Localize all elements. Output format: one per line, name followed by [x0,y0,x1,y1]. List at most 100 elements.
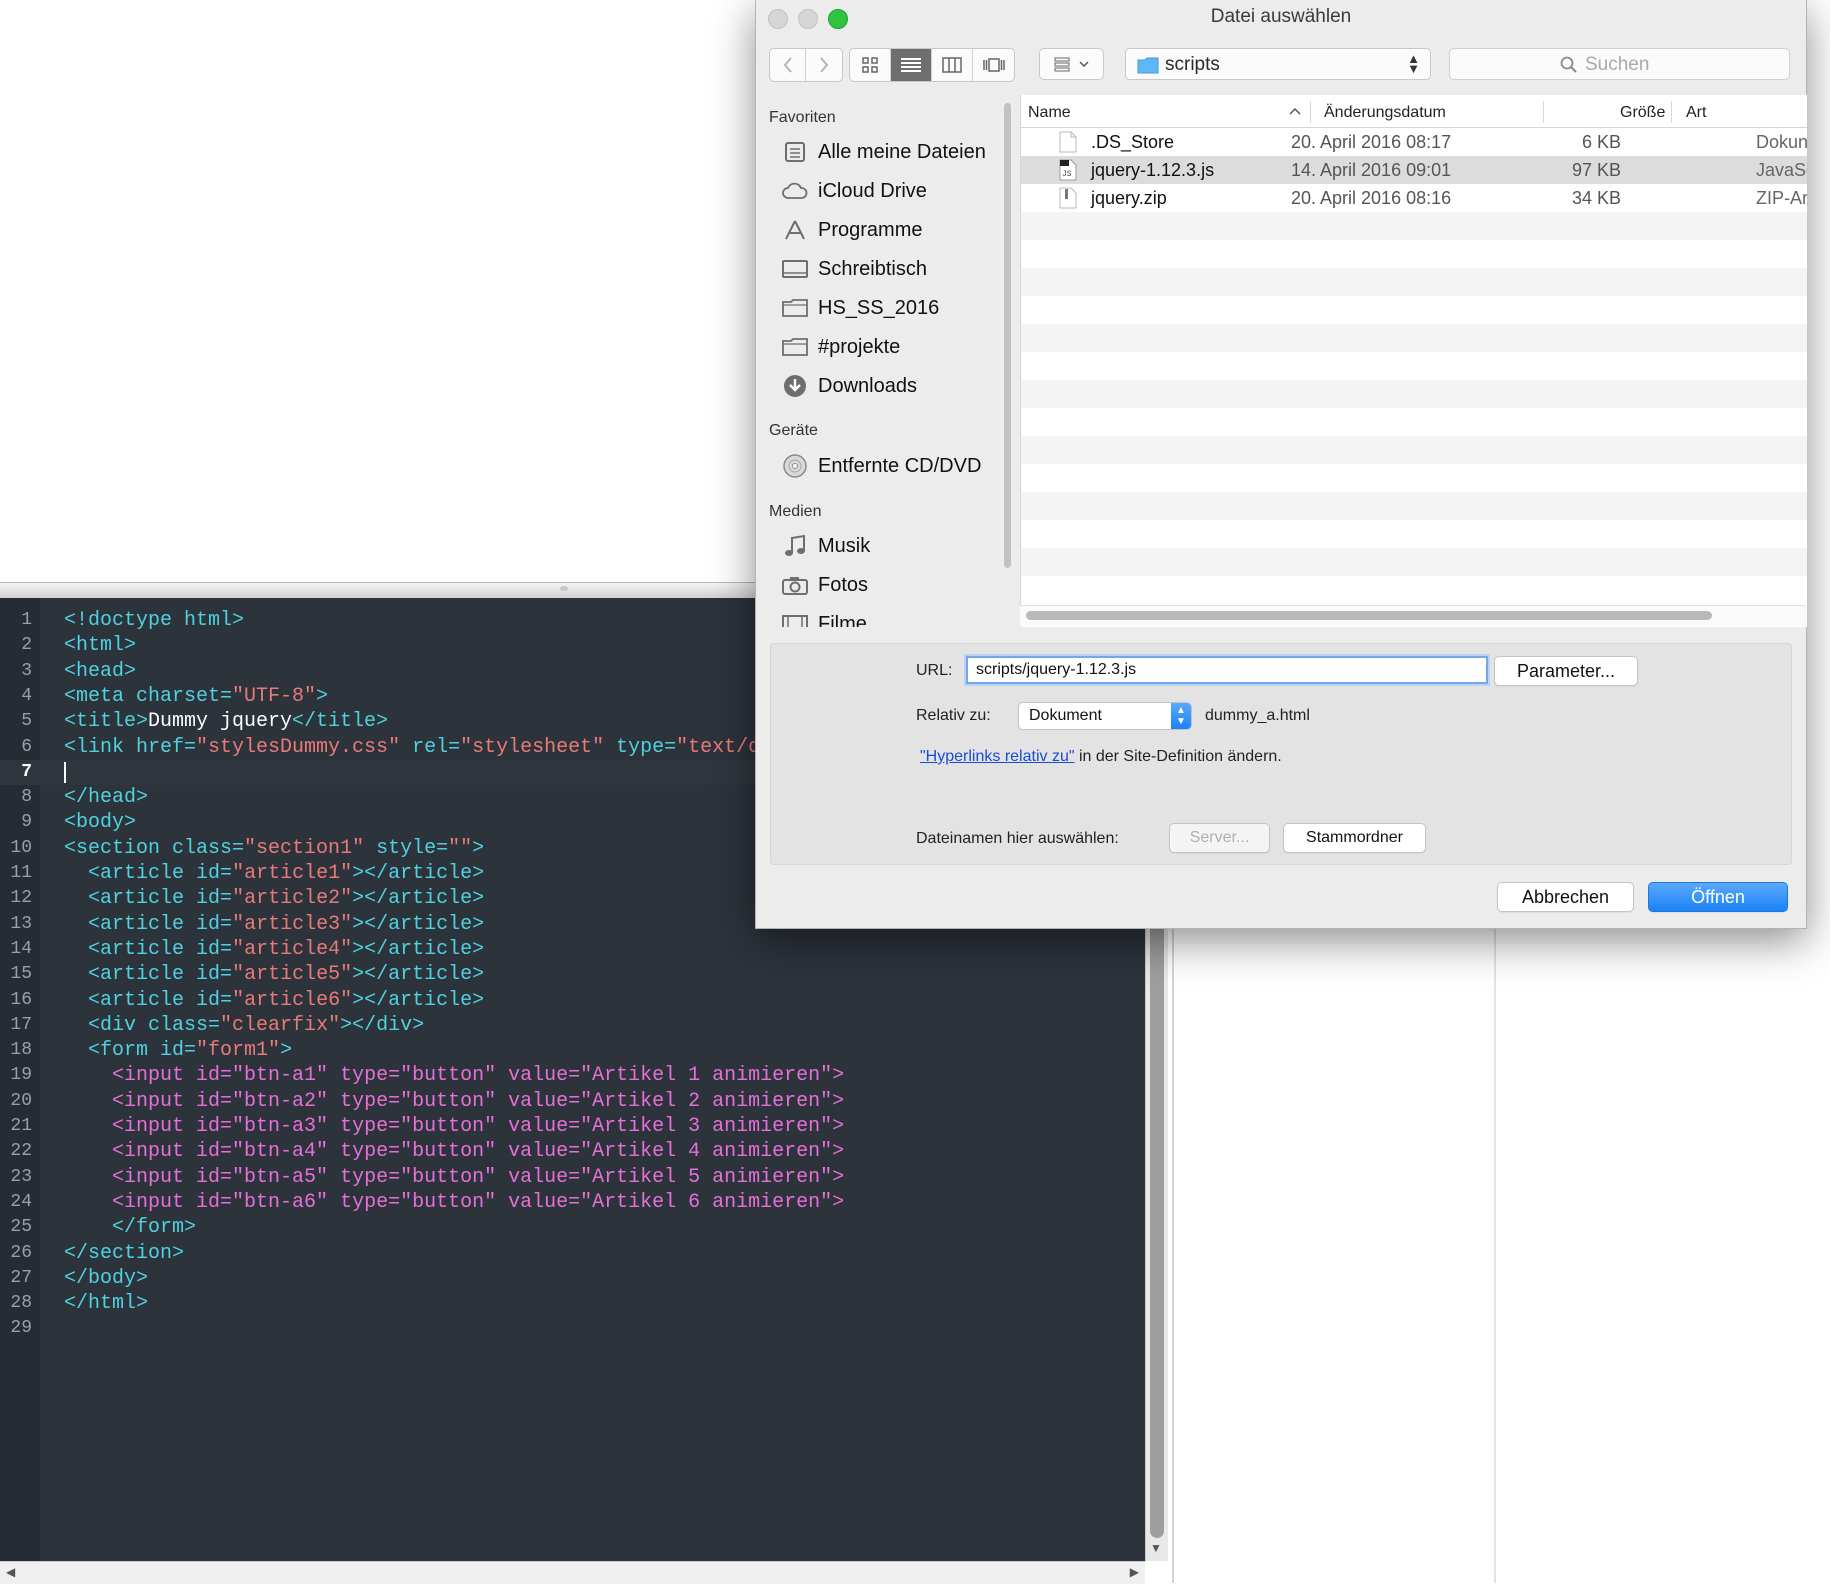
sidebar-item-schreibtisch[interactable]: Schreibtisch [782,254,927,284]
code-token: id= [196,1190,233,1214]
code-token: "btn-a1" [232,1064,329,1088]
code-line[interactable]: 29 [0,1316,1145,1341]
code-text: <input id="btn-a3" type="button" value="… [64,1114,844,1139]
forward-button[interactable] [806,49,842,81]
file-row[interactable]: jquery.zip 20. April 2016 08:16 34 KB ZI… [1021,184,1807,212]
code-token: id= [196,912,233,936]
sidebar-item-icloud-drive[interactable]: iCloud Drive [782,176,927,206]
scrollbar-thumb[interactable] [1004,103,1011,568]
open-button[interactable]: Öffnen [1648,882,1788,912]
code-line[interactable]: 17 <div class="clearfix"></div> [0,1013,1145,1038]
sidebar-item-label: Downloads [818,374,917,397]
code-text: <article id="article1"></article> [64,861,484,886]
column-header-date[interactable]: Änderungsdatum [1324,104,1446,122]
column-header-kind[interactable]: Art [1686,104,1706,122]
code-line[interactable]: 20 <input id="btn-a2" type="button" valu… [0,1089,1145,1114]
code-text: <meta charset="UTF-8"> [64,684,328,709]
code-line[interactable]: 15 <article id="article5"></article> [0,962,1145,987]
chevron-left-icon [783,57,792,73]
hyperlinks-relative-link[interactable]: "Hyperlinks relativ zu" [920,748,1075,765]
code-line[interactable]: 22 <input id="btn-a4" type="button" valu… [0,1139,1145,1164]
file-list-horizontal-scrollbar[interactable] [1020,605,1806,626]
code-token: "btn-a3" [232,1115,329,1138]
sidebar-scrollbar[interactable] [1002,103,1013,568]
server-button[interactable]: Server... [1169,823,1270,853]
arrange-button[interactable] [1039,48,1104,80]
editor-horizontal-scrollbar[interactable]: ◀ ▶ [0,1561,1145,1584]
line-number: 13 [10,913,32,934]
code-text: </form> [64,1215,196,1240]
scrollbar-thumb[interactable] [1026,611,1712,620]
code-token: id= [196,1165,233,1189]
sidebar-item-programme[interactable]: Programme [782,215,922,245]
code-token: id= [196,1064,233,1088]
column-separator[interactable] [1310,101,1311,123]
code-line[interactable]: 16 <article id="article6"></article> [0,988,1145,1013]
location-label: scripts [1165,54,1220,75]
column-separator[interactable] [1671,101,1672,123]
location-popup[interactable]: scripts ▲ ▼ [1125,48,1431,80]
code-token: "stylesheet" [460,735,605,759]
sidebar-item-fotos[interactable]: Fotos [782,570,868,600]
code-token: <article [88,988,197,1012]
back-button[interactable] [770,49,806,81]
sidebar-item-hs-ss-2016[interactable]: HS_SS_2016 [782,293,939,323]
split-handle[interactable] [552,584,576,592]
code-token: "article5" [232,963,353,987]
code-line[interactable]: 26 </section> [0,1241,1145,1266]
code-line[interactable]: 24 <input id="btn-a6" type="button" valu… [0,1190,1145,1215]
search-icon [1560,56,1577,73]
parameter-button[interactable]: Parameter... [1494,656,1638,686]
sidebar-item-label: Musik [818,534,871,557]
column-header-size[interactable]: Größe [1620,104,1665,122]
code-token: > [832,1140,845,1164]
code-line[interactable]: 14 <article id="article4"></article> [0,937,1145,962]
sidebar-item-downloads[interactable]: Downloads [782,371,917,401]
code-token: "article3" [232,912,353,936]
line-number: 15 [10,964,32,985]
code-line[interactable]: 21 <input id="btn-a3" type="button" valu… [0,1114,1145,1139]
line-number: 24 [10,1191,32,1212]
column-view-button[interactable] [932,49,973,81]
code-text: <input id="btn-a2" type="button" value="… [64,1089,844,1114]
sidebar-item-label: Entfernte CD/DVD [818,454,982,477]
file-date: 20. April 2016 08:16 [1291,188,1452,208]
file-row[interactable]: .DS_Store 20. April 2016 08:17 6 KB Doku… [1021,128,1807,156]
panel-divider [1172,920,1174,1583]
code-token: ></div> [340,1013,425,1037]
relative-to-select[interactable]: Dokument ▲ ▼ [1018,702,1192,730]
code-token: <article [88,862,197,885]
code-line[interactable]: 27 </body> [0,1266,1145,1291]
file-list: Name Änderungsdatum Größe Art .DS_Store [1020,95,1807,627]
scroll-down-arrow-icon[interactable]: ▼ [1150,1541,1162,1555]
sidebar-item-musik[interactable]: Musik [782,531,870,561]
line-number: 10 [10,837,32,858]
file-row[interactable]: JS jquery-1.12.3.js 14. April 2016 09:01… [1021,156,1807,184]
code-token: "Artikel 1 animieren" [580,1064,833,1088]
code-token: "article4" [232,937,353,961]
sidebar-item-alle-meine-dateien[interactable]: Alle meine Dateien [782,137,986,167]
code-line[interactable]: 28 </html> [0,1291,1145,1316]
code-line[interactable]: 19 <input id="btn-a1" type="button" valu… [0,1063,1145,1088]
code-line[interactable]: 25 </form> [0,1215,1145,1240]
sidebar-item-entfernte-cd-dvd[interactable]: Entfernte CD/DVD [782,451,981,481]
column-header-name[interactable]: Name [1028,104,1071,122]
root-folder-button[interactable]: Stammordner [1283,823,1426,853]
code-token: > [280,1039,293,1063]
code-line[interactable]: 23 <input id="btn-a5" type="button" valu… [0,1165,1145,1190]
list-view-button[interactable] [891,49,932,81]
url-input[interactable] [966,656,1488,684]
cover-flow-view-button[interactable] [973,49,1014,81]
icon-view-button[interactable] [850,49,891,81]
cancel-button[interactable]: Abbrechen [1497,882,1634,912]
code-line[interactable]: 18 <form id="form1"> [0,1038,1145,1063]
sidebar-item-filme[interactable]: Filme [782,609,867,627]
line-number: 28 [10,1293,32,1314]
scroll-right-arrow-icon[interactable]: ▶ [1130,1565,1139,1579]
scroll-left-arrow-icon[interactable]: ◀ [6,1565,15,1579]
search-field[interactable]: Suchen [1449,48,1790,80]
column-separator[interactable] [1543,101,1544,123]
sidebar-item-projekte[interactable]: #projekte [782,332,900,362]
file-size: 6 KB [1581,132,1621,152]
